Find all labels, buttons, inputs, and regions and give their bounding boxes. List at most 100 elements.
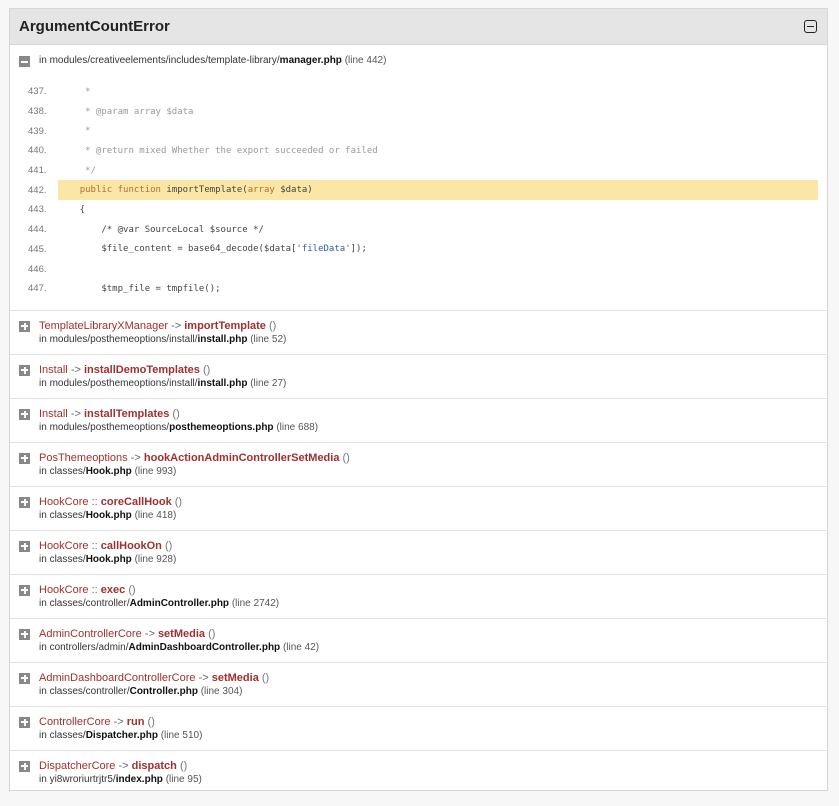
stack-frame[interactable]: AdminDashboardControllerCore -> setMedia… (10, 663, 827, 707)
expand-frame-icon[interactable] (19, 452, 30, 464)
code-line: 437. * (19, 82, 818, 102)
expand-frame-icon[interactable] (19, 584, 30, 596)
location-line: (line 304) (200, 685, 243, 697)
frame-method: setMedia (157, 627, 206, 640)
frame-method: hookActionAdminControllerSetMedia (143, 451, 340, 464)
location-path: modules/posthemeoptions/install/ (49, 333, 198, 345)
frame-class: DispatcherCore (39, 759, 116, 772)
frame-location: in classes/Dispatcher.php (line 510) (39, 729, 202, 743)
frame-class: Install (39, 363, 68, 376)
expand-frame-icon[interactable] (19, 672, 30, 684)
code-line: 441. */ (19, 161, 818, 181)
frame-call[interactable]: TemplateLibraryXManager -> importTemplat… (39, 319, 286, 333)
frame-class: TemplateLibraryXManager (39, 319, 169, 332)
frame-location: in classes/controller/Controller.php (li… (39, 685, 269, 699)
frame-call[interactable]: AdminDashboardControllerCore -> setMedia… (39, 671, 269, 685)
error-panel: ArgumentCountError in modules/creativeel… (9, 8, 828, 791)
main-frame: in modules/creativeelements/includes/tem… (10, 45, 827, 311)
location-line: (line 418) (134, 509, 177, 521)
frame-call[interactable]: Install -> installDemoTemplates () (39, 363, 286, 377)
frame-location: in classes/Hook.php (line 418) (39, 509, 182, 523)
location-prefix: in (39, 685, 50, 697)
stack-frame[interactable]: ControllerCore -> run () in classes/Dispa… (10, 707, 827, 751)
frame-location: in modules/posthemeoptions/install/insta… (39, 377, 286, 391)
code-text: * @param array $data (58, 106, 194, 117)
frame-call[interactable]: HookCore :: exec () (39, 583, 279, 597)
collapse-frame-icon[interactable] (19, 56, 30, 67)
location-line: (line 27) (250, 377, 287, 389)
line-number: 447. (28, 283, 47, 295)
frame-method: exec (100, 583, 126, 596)
frame-method: importTemplate (184, 319, 266, 332)
code-line: 438. * @param array $data (19, 102, 818, 122)
location-prefix: in (39, 597, 50, 609)
frame-parens: () (164, 539, 173, 552)
code-line: 439. * (19, 121, 818, 141)
collapse-all-icon[interactable] (804, 20, 817, 33)
line-number: 438. (28, 106, 47, 118)
frame-method: installTemplates (83, 407, 170, 420)
expand-frame-icon[interactable] (19, 496, 30, 508)
frame-location: in modules/posthemeoptions/posthemeoptio… (39, 421, 318, 435)
frame-method: callHookOn (100, 539, 162, 552)
frame-call[interactable]: PosThemeoptions -> hookActionAdminContro… (39, 451, 350, 465)
frame-parens: () (128, 583, 136, 596)
highlighted-code-line: 442. public function importTemplate(arra… (28, 180, 818, 201)
frame-method: dispatch (131, 759, 177, 772)
frame-parens: () (269, 319, 277, 332)
location-prefix: in (39, 773, 50, 785)
stack-frame[interactable]: AdminControllerCore -> setMedia () in con… (10, 619, 827, 663)
stack-frame[interactable]: TemplateLibraryXManager -> importTemplat… (10, 311, 827, 355)
frame-parens: () (174, 495, 183, 508)
code-line: 440. * @return mixed Whether the export … (19, 141, 818, 161)
frame-method: setMedia (211, 671, 259, 684)
location-file: Hook.php (85, 465, 132, 477)
code-line: 443. { (19, 200, 818, 220)
stack-frame[interactable]: Install -> installDemoTemplates () in mod… (10, 355, 827, 399)
line-number: 442. (28, 184, 47, 196)
frame-call[interactable]: AdminControllerCore -> setMedia () (39, 627, 319, 641)
location-line: (line 52) (250, 333, 287, 345)
stack-frame[interactable]: DispatcherCore -> dispatch () in yi8wrori… (10, 751, 827, 795)
location-prefix: in (39, 509, 50, 521)
expand-frame-icon[interactable] (19, 320, 30, 332)
frame-call[interactable]: HookCore :: coreCallHook () (39, 495, 182, 509)
frame-separator: :: (91, 495, 98, 508)
frame-call[interactable]: HookCore :: callHookOn () (39, 539, 176, 553)
expand-frame-icon[interactable] (19, 716, 30, 728)
stack-frame[interactable]: HookCore :: callHookOn () in classes/Hook… (10, 531, 827, 575)
stack-frame[interactable]: HookCore :: exec () in classes/controller… (10, 575, 827, 619)
location-line: (line 688) (276, 421, 319, 433)
stack-frame[interactable]: PosThemeoptions -> hookActionAdminContro… (10, 443, 827, 487)
frame-separator: :: (91, 583, 98, 596)
frame-call[interactable]: Install -> installTemplates () (39, 407, 318, 421)
frame-call[interactable]: DispatcherCore -> dispatch () (39, 759, 202, 773)
location-prefix: in (39, 465, 50, 477)
code-text: * (58, 86, 91, 97)
expand-frame-icon[interactable] (19, 364, 30, 376)
frame-call[interactable]: ControllerCore -> run () (39, 715, 202, 729)
line-number: 445. (28, 243, 47, 255)
location-line: (line 442) (344, 55, 387, 66)
location-path: modules/posthemeoptions/install/ (49, 377, 198, 389)
frame-class: Install (39, 407, 68, 420)
expand-frame-icon[interactable] (19, 540, 30, 552)
location-prefix: in (39, 553, 50, 565)
code-line: 444. /* @var SourceLocal $source */ (19, 220, 818, 240)
location-file: Hook.php (85, 553, 132, 565)
frame-parens: () (147, 715, 155, 728)
line-number: 437. (28, 86, 47, 98)
line-number: 439. (28, 125, 47, 137)
frame-location: in modules/posthemeoptions/install/insta… (39, 333, 286, 347)
location-line: (line 42) (282, 641, 320, 653)
expand-frame-icon[interactable] (19, 760, 30, 772)
frame-separator: -> (198, 671, 209, 684)
location-prefix: in (39, 641, 50, 653)
expand-frame-icon[interactable] (19, 628, 30, 640)
stack-frame[interactable]: HookCore :: coreCallHook () in classes/Ho… (10, 487, 827, 531)
frame-parens: () (179, 759, 188, 772)
code-text: { (58, 204, 86, 215)
stack-frame[interactable]: Install -> installTemplates () in modules… (10, 399, 827, 443)
expand-frame-icon[interactable] (19, 408, 30, 420)
error-header: ArgumentCountError (10, 9, 827, 45)
